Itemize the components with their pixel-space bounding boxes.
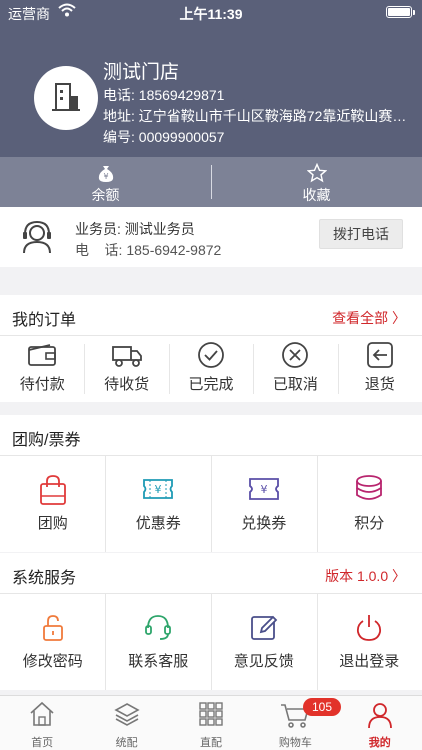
contact-support-button[interactable]: 联系客服 xyxy=(106,594,212,690)
grid-icon xyxy=(169,701,253,731)
change-password-label: 修改密码 xyxy=(22,653,83,670)
svg-text:¥: ¥ xyxy=(155,483,162,496)
truck-icon xyxy=(84,341,168,369)
lock-icon xyxy=(0,612,106,644)
order-returns-label: 退货 xyxy=(364,376,395,393)
shopping-bag-icon xyxy=(0,474,106,506)
power-icon xyxy=(317,612,422,644)
change-password-button[interactable]: 修改密码 xyxy=(0,594,106,690)
tab-home[interactable]: 首页 xyxy=(0,696,84,750)
layers-icon xyxy=(84,701,168,731)
store-code: 编号: 00099900057 xyxy=(103,129,225,145)
edit-icon xyxy=(211,612,317,644)
store-name: 测试门店 xyxy=(103,62,180,83)
svg-text:¥: ¥ xyxy=(260,483,267,496)
groupbuy-row: 团购 ¥ 优惠券 ¥ 兑换券 积分 xyxy=(0,456,422,552)
order-pending-receipt[interactable]: 待收货 xyxy=(84,336,168,402)
building-icon xyxy=(52,83,80,111)
coupon-button[interactable]: ¥ 优惠券 xyxy=(106,456,212,552)
clock: 上午11:39 xyxy=(179,6,243,22)
svg-text:¥: ¥ xyxy=(103,172,108,181)
order-completed[interactable]: 已完成 xyxy=(169,336,253,402)
status-bar: 运营商 上午11:39 xyxy=(0,0,422,24)
view-all-orders-link[interactable]: 查看全部 〉 xyxy=(332,308,406,328)
groupbuy-header: 团购/票券 xyxy=(0,415,422,456)
salesman-name: 业务员: 测试业务员 xyxy=(75,221,195,237)
coins-icon xyxy=(317,474,422,506)
check-circle-icon xyxy=(169,341,253,369)
tab-direct[interactable]: 直配 xyxy=(169,696,253,750)
points-button[interactable]: 积分 xyxy=(317,456,422,552)
feedback-label: 意见反馈 xyxy=(233,653,294,670)
order-pending-receipt-label: 待收货 xyxy=(104,376,150,393)
points-label: 积分 xyxy=(354,515,385,532)
services-header: 系统服务 版本 1.0.0 〉 xyxy=(0,553,422,594)
store-address: 地址: 辽宁省鞍山市千山区鞍海路72靠近鞍山赛诺… xyxy=(103,108,415,124)
coupon-label: 优惠券 xyxy=(135,515,181,532)
orders-row: 待付款 待收货 已完成 已取消 退货 xyxy=(0,336,422,402)
return-icon xyxy=(338,341,422,369)
voucher-icon: ¥ xyxy=(211,474,317,506)
cancel-circle-icon xyxy=(253,341,337,369)
quick-bar: ¥ 余额 收藏 xyxy=(0,157,422,207)
tab-unified-label: 统配 xyxy=(115,737,138,749)
user-icon xyxy=(338,701,422,731)
tab-home-label: 首页 xyxy=(31,737,54,749)
tab-direct-label: 直配 xyxy=(199,737,222,749)
services-row: 修改密码 联系客服 意见反馈 退出登录 xyxy=(0,594,422,690)
store-avatar[interactable] xyxy=(34,66,98,130)
coupon-icon: ¥ xyxy=(106,474,212,506)
tab-mine[interactable]: 我的 xyxy=(338,696,422,750)
wallet-icon xyxy=(0,341,84,369)
version-link[interactable]: 版本 1.0.0 〉 xyxy=(325,566,406,586)
services-title: 系统服务 xyxy=(12,570,77,587)
voucher-button[interactable]: ¥ 兑换券 xyxy=(211,456,317,552)
headset-user-icon xyxy=(20,220,54,259)
store-header: 测试门店 电话: 18569429871 地址: 辽宁省鞍山市千山区鞍海路72靠… xyxy=(0,24,422,157)
salesman-card: 业务员: 测试业务员 电 话: 185-6942-9872 拨打电话 xyxy=(0,207,422,267)
store-phone: 电话: 18569429871 xyxy=(103,87,225,103)
contact-support-label: 联系客服 xyxy=(128,653,189,670)
order-cancelled-label: 已取消 xyxy=(272,376,318,393)
tab-unified[interactable]: 统配 xyxy=(84,696,168,750)
home-icon xyxy=(0,701,84,731)
call-button[interactable]: 拨打电话 xyxy=(319,219,403,249)
order-completed-label: 已完成 xyxy=(188,376,234,393)
order-returns[interactable]: 退货 xyxy=(338,336,422,402)
feedback-button[interactable]: 意见反馈 xyxy=(211,594,317,690)
cart-badge: 105 xyxy=(303,698,341,716)
groupbuy-title: 团购/票券 xyxy=(12,432,81,449)
battery-icon xyxy=(386,6,415,18)
favorites-button[interactable]: 收藏 xyxy=(211,157,422,207)
groupbuy-label: 团购 xyxy=(37,515,68,532)
groupbuy-button[interactable]: 团购 xyxy=(0,456,106,552)
logout-label: 退出登录 xyxy=(339,653,400,670)
salesman-phone: 电 话: 185-6942-9872 xyxy=(75,242,222,258)
order-pending-payment[interactable]: 待付款 xyxy=(0,336,84,402)
money-bag-icon: ¥ xyxy=(0,163,211,183)
order-cancelled[interactable]: 已取消 xyxy=(253,336,337,402)
balance-button[interactable]: ¥ 余额 xyxy=(0,157,211,207)
tab-mine-label: 我的 xyxy=(368,737,391,749)
logout-button[interactable]: 退出登录 xyxy=(317,594,422,690)
orders-title: 我的订单 xyxy=(12,312,77,329)
favorites-label: 收藏 xyxy=(302,187,331,203)
balance-label: 余额 xyxy=(91,187,120,203)
tab-bar: 首页 统配 直配 购物车 105 我的 xyxy=(0,695,422,750)
voucher-label: 兑换券 xyxy=(241,515,287,532)
orders-header: 我的订单 查看全部 〉 xyxy=(0,295,422,336)
tab-cart-label: 购物车 xyxy=(278,737,312,749)
order-pending-payment-label: 待付款 xyxy=(19,376,65,393)
star-icon xyxy=(211,162,422,183)
headset-icon xyxy=(106,612,212,644)
